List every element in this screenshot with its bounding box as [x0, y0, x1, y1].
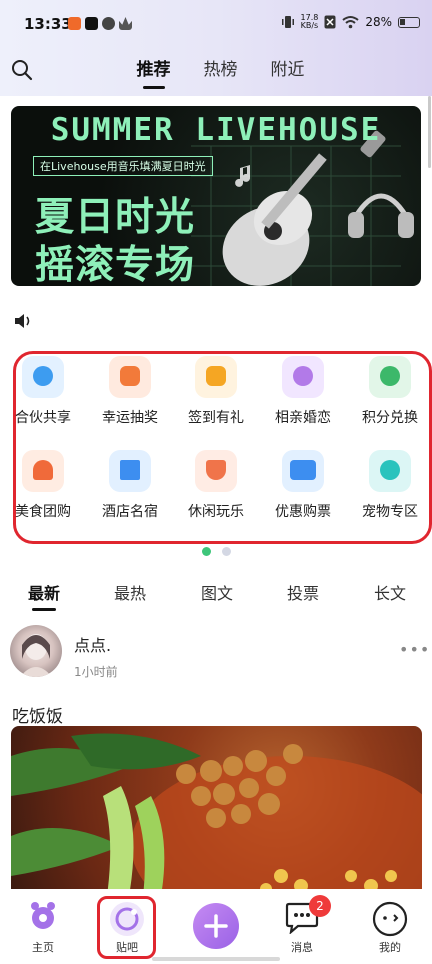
post-username[interactable]: 点点. — [74, 632, 111, 656]
net-speed-unit: KB/s — [300, 21, 319, 30]
battery-icon — [398, 16, 420, 28]
food-photo — [11, 733, 422, 896]
grid-label: 美食团购 — [15, 504, 71, 520]
grid-label: 相亲婚恋 — [275, 410, 331, 426]
grid-item-checkin-gift[interactable]: 签到有礼 — [179, 356, 253, 427]
profile-icon — [372, 901, 408, 937]
top-tabs: 推荐 热榜 附近 — [120, 55, 321, 91]
couple-icon — [282, 356, 324, 398]
plus-icon — [193, 903, 239, 949]
piggy-bank-icon — [22, 356, 64, 398]
lottery-icon — [109, 356, 151, 398]
post-image[interactable] — [11, 726, 422, 896]
status-time: 13:33 — [24, 15, 72, 33]
grid-label: 宠物专区 — [362, 504, 418, 520]
post-title[interactable]: 吃饭饭 — [12, 702, 63, 727]
page-dot — [222, 547, 231, 556]
tab-recommend[interactable]: 推荐 — [120, 55, 187, 91]
grid-item-pets[interactable]: 宠物专区 — [353, 450, 427, 521]
grid-label: 优惠购票 — [275, 504, 331, 520]
headphones-graphic — [348, 193, 414, 238]
feed-tab-latest[interactable]: 最新 — [14, 580, 74, 611]
wifi-icon — [342, 16, 359, 29]
points-icon — [369, 356, 411, 398]
home-indicator[interactable] — [152, 957, 280, 961]
feed-tab-vote[interactable]: 投票 — [273, 580, 333, 604]
feed-tabs: 最新 最热 图文 投票 长文 — [0, 580, 432, 611]
banner-title: SUMMER LIVEHOUSE — [50, 112, 382, 148]
sim-icon — [324, 15, 336, 29]
highlight-box-tieba — [97, 896, 156, 959]
grid-item-ticket[interactable]: 优惠购票 — [266, 450, 340, 521]
hotel-icon — [109, 450, 151, 492]
bottom-nav: 主页 贴吧 消息 我的 — [0, 889, 432, 964]
avatar[interactable] — [10, 625, 62, 677]
tab-nearby[interactable]: 附近 — [254, 55, 321, 91]
grid-label: 休闲玩乐 — [188, 504, 244, 520]
status-bar: 13:33 17.8 KB/s 28% — [0, 0, 432, 50]
pet-icon — [369, 450, 411, 492]
grid-item-dating[interactable]: 相亲婚恋 — [266, 356, 340, 427]
grid-label: 合伙共享 — [15, 410, 71, 426]
grid-item-leisure[interactable]: 休闲玩乐 — [179, 450, 253, 521]
battery-percent: 28% — [365, 15, 392, 29]
vibrate-icon — [281, 16, 294, 28]
grid-label: 酒店名宿 — [102, 504, 158, 520]
more-icon[interactable]: ••• — [399, 640, 430, 659]
banner-subtitle: 在Livehouse用音乐填满夏日时光 — [33, 156, 213, 176]
food-cover-icon — [22, 450, 64, 492]
avatar-image — [20, 634, 52, 677]
status-right: 17.8 KB/s 28% — [281, 14, 420, 30]
grid-item-food-group[interactable]: 美食团购 — [6, 450, 80, 521]
home-icon — [31, 902, 55, 929]
banner-headline-2: 摇滚专场 — [35, 243, 196, 286]
cup-icon — [195, 450, 237, 492]
nav-home-label: 主页 — [32, 941, 54, 954]
tab-hot[interactable]: 热榜 — [187, 55, 254, 91]
feed-tab-hottest[interactable]: 最热 — [100, 580, 160, 604]
grid-item-partner-share[interactable]: 合伙共享 — [6, 356, 80, 427]
post-time: 1小时前 — [74, 665, 118, 679]
grid-label: 积分兑换 — [362, 410, 418, 426]
app-link-icon — [102, 17, 115, 30]
grid-label: 幸运抽奖 — [102, 410, 158, 426]
grid-item-hotel[interactable]: 酒店名宿 — [93, 450, 167, 521]
feed-tab-image-text[interactable]: 图文 — [187, 580, 247, 604]
status-app-icons — [68, 17, 132, 30]
ticket-icon — [282, 450, 324, 492]
search-icon[interactable] — [11, 59, 33, 81]
grid-label: 签到有礼 — [188, 410, 244, 426]
speaker-icon[interactable] — [13, 312, 33, 330]
grid-item-points-exchange[interactable]: 积分兑换 — [353, 356, 427, 427]
grid-item-lucky-draw[interactable]: 幸运抽奖 — [93, 356, 167, 427]
gift-icon — [195, 356, 237, 398]
nav-profile-label: 我的 — [379, 941, 401, 954]
nav-messages-label: 消息 — [291, 941, 313, 954]
crown-icon — [119, 17, 132, 30]
page-dot-active — [202, 547, 211, 556]
tiktok-icon — [85, 17, 98, 30]
app-notification-icon — [68, 17, 81, 30]
page-indicator — [202, 547, 231, 556]
message-badge: 2 — [309, 895, 331, 917]
scrollbar[interactable] — [428, 96, 431, 168]
net-speed: 17.8 KB/s — [301, 14, 319, 30]
banner[interactable]: SUMMER LIVEHOUSE 在Livehouse用音乐填满夏日时光 夏日时… — [11, 106, 421, 286]
feed-tab-long-article[interactable]: 长文 — [360, 580, 420, 604]
